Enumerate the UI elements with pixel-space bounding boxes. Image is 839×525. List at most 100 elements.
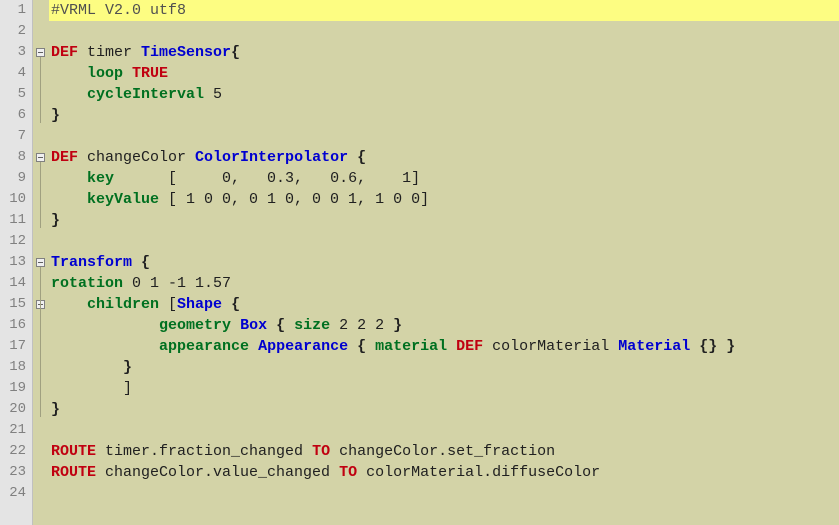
token: loop [87, 65, 123, 82]
token: TRUE [132, 65, 168, 82]
fold-toggle-icon[interactable] [36, 48, 45, 57]
token: { [231, 44, 240, 61]
token: DEF [51, 44, 78, 61]
line-number: 18 [0, 357, 32, 378]
token: [ 0, 0.3, 0.6, 1] [114, 170, 420, 187]
token: colorMaterial [483, 338, 618, 355]
code-line[interactable]: children [Shape { [49, 294, 839, 315]
token: } [51, 107, 60, 124]
line-number: 2 [0, 21, 32, 42]
line-number: 5 [0, 84, 32, 105]
fold-toggle-icon[interactable] [36, 258, 45, 267]
token [123, 65, 132, 82]
token [51, 296, 87, 313]
code-line[interactable]: ROUTE changeColor.value_changed TO color… [49, 462, 839, 483]
token: #VRML V2.0 utf8 [51, 2, 186, 19]
token: ] [51, 380, 132, 397]
fold-toggle-icon[interactable] [36, 153, 45, 162]
code-line[interactable]: ] [49, 378, 839, 399]
line-number: 10 [0, 189, 32, 210]
line-number: 7 [0, 126, 32, 147]
code-line[interactable]: cycleInterval 5 [49, 84, 839, 105]
token: Appearance [258, 338, 348, 355]
fold-guide [40, 309, 41, 396]
token [690, 338, 699, 355]
line-number: 24 [0, 483, 32, 504]
token: changeColor.value_changed [96, 464, 339, 481]
token: ColorInterpolator [195, 149, 348, 166]
token [51, 86, 87, 103]
code-line[interactable]: loop TRUE [49, 63, 839, 84]
token: changeColor.set_fraction [330, 443, 555, 460]
code-line[interactable]: geometry Box { size 2 2 2 } [49, 315, 839, 336]
token: Transform [51, 254, 132, 271]
token: { [276, 317, 285, 334]
line-number: 12 [0, 231, 32, 252]
code-line[interactable]: Transform { [49, 252, 839, 273]
token [51, 170, 87, 187]
code-line[interactable]: DEF changeColor ColorInterpolator { [49, 147, 839, 168]
token [366, 338, 375, 355]
token: { [357, 149, 366, 166]
token: } [51, 212, 60, 229]
line-number: 15 [0, 294, 32, 315]
token: { [231, 296, 240, 313]
token: [ [159, 296, 177, 313]
token: } [393, 317, 402, 334]
token: material [375, 338, 447, 355]
token: TimeSensor [141, 44, 231, 61]
token: } [726, 338, 735, 355]
token: size [294, 317, 330, 334]
code-editor[interactable]: 123456789101112131415161718192021222324 … [0, 0, 839, 525]
token: 0 1 -1 1.57 [123, 275, 231, 292]
code-line[interactable]: #VRML V2.0 utf8 [49, 0, 839, 21]
token: [ 1 0 0, 0 1 0, 0 0 1, 1 0 0] [159, 191, 429, 208]
token [267, 317, 276, 334]
token: {} [699, 338, 717, 355]
token: { [141, 254, 150, 271]
line-number: 21 [0, 420, 32, 441]
code-line[interactable] [49, 231, 839, 252]
code-line[interactable]: } [49, 399, 839, 420]
code-line[interactable]: appearance Appearance { material DEF col… [49, 336, 839, 357]
token: TO [312, 443, 330, 460]
token: cycleInterval [87, 86, 204, 103]
fold-guide [40, 162, 41, 228]
token: ROUTE [51, 464, 96, 481]
line-number: 8 [0, 147, 32, 168]
token: DEF [51, 149, 78, 166]
token: ROUTE [51, 443, 96, 460]
code-line[interactable]: } [49, 105, 839, 126]
token: geometry [159, 317, 231, 334]
token: timer.fraction_changed [96, 443, 312, 460]
code-line[interactable]: ROUTE timer.fraction_changed TO changeCo… [49, 441, 839, 462]
token [222, 296, 231, 313]
token [132, 254, 141, 271]
fold-column[interactable] [33, 0, 49, 525]
code-line[interactable] [49, 420, 839, 441]
token: Material [618, 338, 690, 355]
token: } [51, 401, 60, 418]
token: } [123, 359, 132, 376]
line-number: 11 [0, 210, 32, 231]
code-line[interactable]: } [49, 210, 839, 231]
code-line[interactable]: DEF timer TimeSensor{ [49, 42, 839, 63]
token [51, 359, 123, 376]
token: timer [78, 44, 141, 61]
code-line[interactable] [49, 21, 839, 42]
line-number: 14 [0, 273, 32, 294]
token: keyValue [87, 191, 159, 208]
code-line[interactable] [49, 483, 839, 504]
code-line[interactable]: key [ 0, 0.3, 0.6, 1] [49, 168, 839, 189]
token: rotation [51, 275, 123, 292]
token [51, 191, 87, 208]
line-number: 3 [0, 42, 32, 63]
code-line[interactable] [49, 126, 839, 147]
line-number: 4 [0, 63, 32, 84]
code-line[interactable]: keyValue [ 1 0 0, 0 1 0, 0 0 1, 1 0 0] [49, 189, 839, 210]
code-line[interactable]: } [49, 357, 839, 378]
code-line[interactable]: rotation 0 1 -1 1.57 [49, 273, 839, 294]
code-area[interactable]: #VRML V2.0 utf8DEF timer TimeSensor{ loo… [49, 0, 839, 525]
token [447, 338, 456, 355]
token: colorMaterial.diffuseColor [357, 464, 600, 481]
